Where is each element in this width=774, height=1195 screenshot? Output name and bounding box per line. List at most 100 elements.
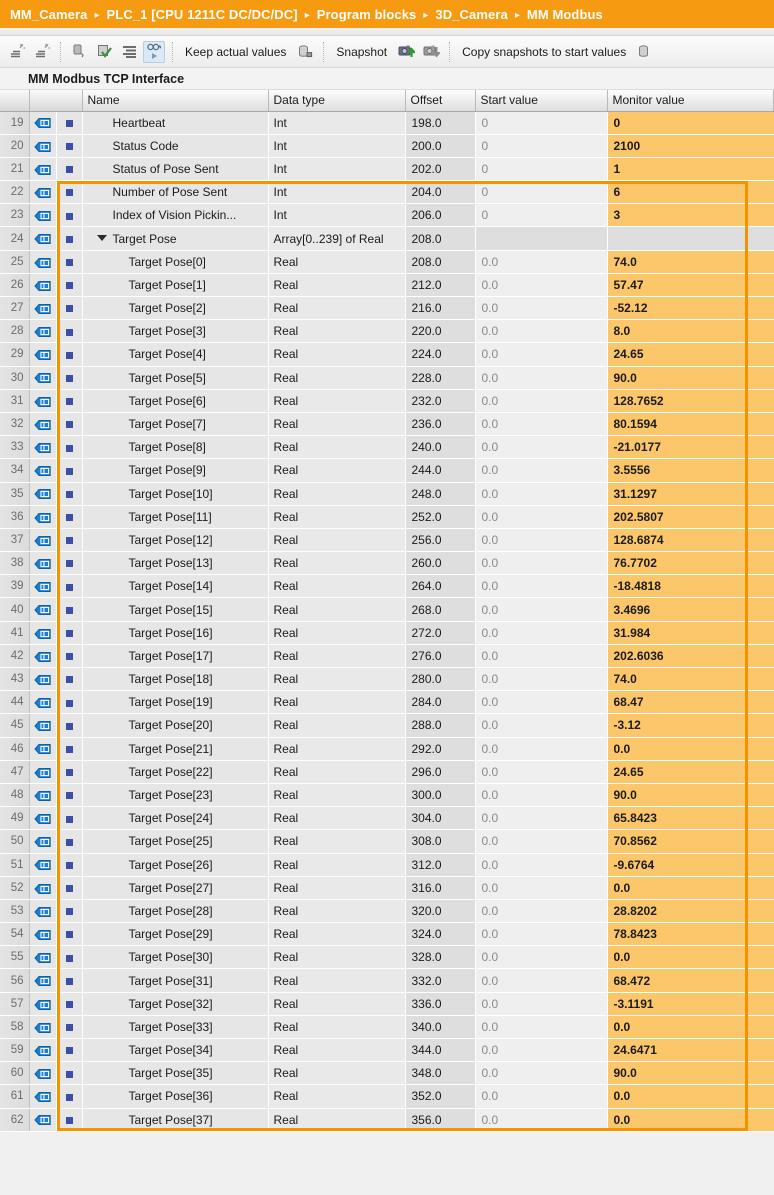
table-row[interactable]: 58Target Pose[33]Real340.00.00.0 (0, 1015, 774, 1038)
table-row[interactable]: 43Target Pose[18]Real280.00.074.0 (0, 668, 774, 691)
tag-icon[interactable] (29, 621, 56, 644)
cell-start-value[interactable]: 0.0 (475, 436, 607, 459)
cell-data-type[interactable]: Real (268, 1015, 405, 1038)
cell-monitor-value[interactable]: -52.12 (607, 297, 773, 320)
cell-start-value[interactable]: 0.0 (475, 1039, 607, 1062)
table-row[interactable]: 33Target Pose[8]Real240.00.0-21.0177 (0, 436, 774, 459)
cell-start-value[interactable]: 0 (475, 181, 607, 204)
cell-name[interactable]: Status Code (82, 134, 268, 157)
tag-icon[interactable] (29, 320, 56, 343)
cell-data-type[interactable]: Real (268, 621, 405, 644)
table-row[interactable]: 52Target Pose[27]Real316.00.00.0 (0, 876, 774, 899)
tag-icon[interactable] (29, 181, 56, 204)
cell-name[interactable]: Number of Pose Sent (82, 181, 268, 204)
cell-name[interactable]: Target Pose[25] (82, 830, 268, 853)
cell-monitor-value[interactable]: 68.47 (607, 691, 773, 714)
cell-data-type[interactable]: Real (268, 760, 405, 783)
tag-icon[interactable] (29, 760, 56, 783)
cell-data-type[interactable]: Array[0..239] of Real (268, 227, 405, 250)
table-row[interactable]: 27Target Pose[2]Real216.00.0-52.12 (0, 297, 774, 320)
tag-icon[interactable] (29, 946, 56, 969)
cell-name[interactable]: Target Pose[1] (82, 273, 268, 296)
cell-monitor-value[interactable]: 128.6874 (607, 528, 773, 551)
col-header-monitorvalue[interactable]: Monitor value (607, 90, 773, 111)
cell-data-type[interactable]: Int (268, 134, 405, 157)
cell-start-value[interactable]: 0.0 (475, 505, 607, 528)
cell-name[interactable]: Target Pose[27] (82, 876, 268, 899)
col-header-tagicon[interactable] (29, 90, 82, 111)
col-header-datatype[interactable]: Data type (268, 90, 405, 111)
cell-data-type[interactable]: Real (268, 1062, 405, 1085)
table-row[interactable]: 53Target Pose[28]Real320.00.028.8202 (0, 899, 774, 922)
cell-data-type[interactable]: Real (268, 273, 405, 296)
cell-name[interactable]: Target Pose[8] (82, 436, 268, 459)
cell-start-value[interactable]: 0.0 (475, 412, 607, 435)
cell-data-type[interactable]: Real (268, 436, 405, 459)
table-row[interactable]: 25Target Pose[0]Real208.00.074.0 (0, 250, 774, 273)
cell-start-value[interactable]: 0.0 (475, 459, 607, 482)
cell-name[interactable]: Index of Vision Pickin... (82, 204, 268, 227)
cell-start-value[interactable]: 0.0 (475, 807, 607, 830)
cell-start-value[interactable]: 0.0 (475, 552, 607, 575)
cell-start-value[interactable]: 0.0 (475, 1062, 607, 1085)
cell-start-value[interactable]: 0 (475, 111, 607, 134)
table-row[interactable]: 41Target Pose[16]Real272.00.031.984 (0, 621, 774, 644)
table-row[interactable]: 37Target Pose[12]Real256.00.0128.6874 (0, 528, 774, 551)
cell-name[interactable]: Status of Pose Sent (82, 157, 268, 180)
table-row[interactable]: 42Target Pose[17]Real276.00.0202.6036 (0, 644, 774, 667)
cell-data-type[interactable]: Real (268, 250, 405, 273)
cell-data-type[interactable]: Real (268, 737, 405, 760)
cell-data-type[interactable]: Int (268, 111, 405, 134)
cell-monitor-value[interactable]: -9.6764 (607, 853, 773, 876)
cell-name[interactable]: Target Pose[16] (82, 621, 268, 644)
cell-start-value[interactable]: 0 (475, 134, 607, 157)
cell-monitor-value[interactable]: 1 (607, 157, 773, 180)
table-row[interactable]: 48Target Pose[23]Real300.00.090.0 (0, 783, 774, 806)
cell-start-value[interactable]: 0 (475, 157, 607, 180)
cell-monitor-value[interactable]: 0.0 (607, 737, 773, 760)
cell-start-value[interactable]: 0.0 (475, 760, 607, 783)
cell-monitor-value[interactable]: -18.4818 (607, 575, 773, 598)
cell-monitor-value[interactable]: 24.65 (607, 343, 773, 366)
expand-all-rows-icon[interactable] (118, 41, 140, 63)
tag-icon[interactable] (29, 899, 56, 922)
cell-start-value[interactable]: 0.0 (475, 969, 607, 992)
cell-data-type[interactable]: Real (268, 297, 405, 320)
cell-data-type[interactable]: Real (268, 691, 405, 714)
snapshot-apply-icon[interactable] (420, 41, 442, 63)
cell-data-type[interactable]: Real (268, 598, 405, 621)
cell-start-value[interactable]: 0.0 (475, 899, 607, 922)
cell-start-value[interactable]: 0.0 (475, 389, 607, 412)
table-row[interactable]: 19HeartbeatInt198.000 (0, 111, 774, 134)
tag-icon[interactable] (29, 366, 56, 389)
cell-monitor-value[interactable]: 76.7702 (607, 552, 773, 575)
cell-monitor-value[interactable]: 202.6036 (607, 644, 773, 667)
cell-data-type[interactable]: Int (268, 157, 405, 180)
cell-name[interactable]: Target Pose[34] (82, 1039, 268, 1062)
cell-name[interactable]: Heartbeat (82, 111, 268, 134)
cell-start-value[interactable]: 0.0 (475, 644, 607, 667)
cell-start-value[interactable]: 0.0 (475, 482, 607, 505)
cell-name[interactable]: Target Pose[19] (82, 691, 268, 714)
cell-start-value[interactable]: 0.0 (475, 668, 607, 691)
table-row[interactable]: 22Number of Pose SentInt204.006 (0, 181, 774, 204)
cell-monitor-value[interactable]: 24.65 (607, 760, 773, 783)
cell-monitor-value[interactable]: 74.0 (607, 668, 773, 691)
cell-monitor-value[interactable]: 31.984 (607, 621, 773, 644)
cell-data-type[interactable]: Real (268, 830, 405, 853)
cell-name[interactable]: Target Pose[11] (82, 505, 268, 528)
cell-start-value[interactable]: 0 (475, 204, 607, 227)
table-row[interactable]: 49Target Pose[24]Real304.00.065.8423 (0, 807, 774, 830)
table-row[interactable]: 56Target Pose[31]Real332.00.068.472 (0, 969, 774, 992)
tag-icon[interactable] (29, 830, 56, 853)
cell-monitor-value[interactable]: 6 (607, 181, 773, 204)
cell-data-type[interactable]: Real (268, 320, 405, 343)
cell-start-value[interactable]: 0.0 (475, 343, 607, 366)
cell-name[interactable]: Target Pose[13] (82, 552, 268, 575)
breadcrumb-item-2[interactable]: Program blocks (317, 7, 417, 22)
cell-data-type[interactable]: Real (268, 946, 405, 969)
table-row[interactable]: 46Target Pose[21]Real292.00.00.0 (0, 737, 774, 760)
tag-icon[interactable] (29, 297, 56, 320)
table-row[interactable]: 61Target Pose[36]Real352.00.00.0 (0, 1085, 774, 1108)
cell-start-value[interactable]: 0.0 (475, 923, 607, 946)
